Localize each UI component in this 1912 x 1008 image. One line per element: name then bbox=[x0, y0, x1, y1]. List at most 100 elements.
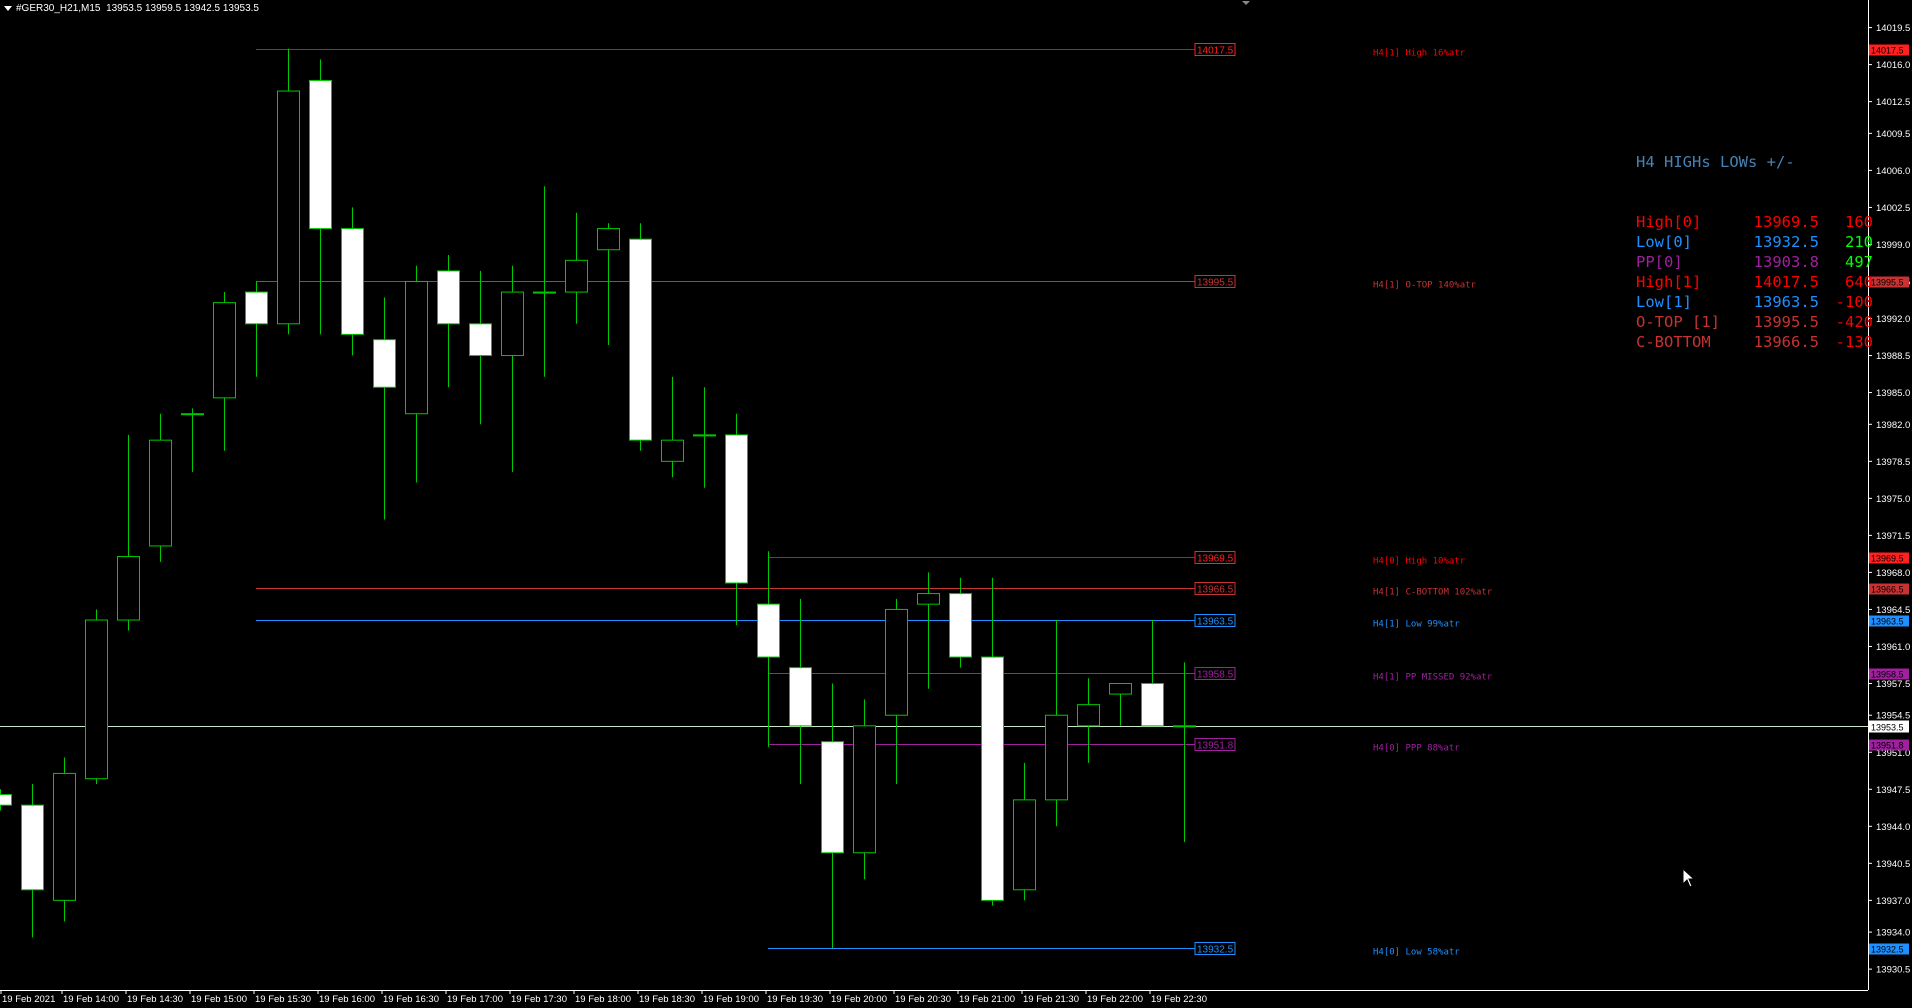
level-price-label: 13966.5 bbox=[1197, 585, 1234, 596]
candle-body bbox=[981, 656, 1004, 901]
price-tick-label: 13964.5 bbox=[1876, 605, 1910, 616]
panel-row-name: High[0] bbox=[1636, 213, 1702, 231]
price-tick-label: 13934.0 bbox=[1876, 928, 1910, 939]
price-tick-label: 14002.5 bbox=[1876, 203, 1910, 214]
axis-price-tag-label: 13951.8 bbox=[1871, 741, 1904, 751]
candle-body bbox=[309, 79, 332, 230]
candle-body bbox=[53, 772, 76, 901]
candle-body bbox=[85, 619, 108, 780]
panel-row-price: 13932.5 bbox=[1753, 233, 1819, 251]
candle-body bbox=[853, 725, 876, 854]
candle-body bbox=[757, 603, 780, 658]
candle-body bbox=[693, 434, 716, 437]
panel-row-name: High[1] bbox=[1636, 273, 1702, 291]
axis-price-tag-label: 14017.5 bbox=[1871, 46, 1904, 56]
price-tick-label: 13985.0 bbox=[1876, 388, 1910, 399]
time-tick-label: 19 Feb 17:30 bbox=[511, 994, 567, 1005]
time-tick-label: 19 Feb 16:30 bbox=[383, 994, 439, 1005]
candle-body bbox=[469, 323, 492, 357]
candle-body bbox=[373, 339, 396, 388]
panel-row-price: 13969.5 bbox=[1753, 213, 1819, 231]
price-tick-label: 13937.0 bbox=[1876, 896, 1910, 907]
level-price-label: 13951.8 bbox=[1197, 741, 1234, 752]
level-note: H4[0] Low 58%atr bbox=[1373, 948, 1460, 958]
level-price-label: 13963.5 bbox=[1197, 617, 1234, 628]
candle-body bbox=[885, 608, 908, 716]
level-price-label: 13958.5 bbox=[1197, 670, 1234, 681]
price-tick-label: 13944.0 bbox=[1876, 822, 1910, 833]
candle-body bbox=[1045, 714, 1068, 801]
level-note: H4[0] High 10%atr bbox=[1373, 557, 1466, 567]
panel-row-delta: 160 bbox=[1845, 213, 1873, 231]
panel-row-price: 13995.5 bbox=[1753, 313, 1819, 331]
price-tick-label: 13940.5 bbox=[1876, 859, 1910, 870]
price-tick-label: 14016.0 bbox=[1876, 60, 1910, 71]
panel-row-price: 13903.8 bbox=[1753, 253, 1819, 271]
candle-body bbox=[213, 302, 236, 399]
mouse-pointer-icon bbox=[1682, 868, 1696, 888]
level-note: H4[0] PPP 88%atr bbox=[1373, 744, 1460, 754]
panel-row-delta: 640 bbox=[1845, 273, 1873, 291]
candle-body bbox=[661, 439, 684, 462]
candle-body bbox=[181, 413, 204, 416]
price-tick-label: 13982.0 bbox=[1876, 420, 1910, 431]
panel-row-name: Low[0] bbox=[1636, 233, 1692, 251]
chart-header: #GER30_H21,M15 13953.5 13959.5 13942.5 1… bbox=[4, 3, 259, 14]
candle-body bbox=[725, 434, 748, 584]
candle-body bbox=[1109, 682, 1132, 695]
price-tick-label: 13975.0 bbox=[1876, 494, 1910, 505]
time-tick-label: 19 Feb 22:00 bbox=[1087, 994, 1143, 1005]
level-note: H4[1] Low 99%atr bbox=[1373, 620, 1460, 630]
collapse-triangle-icon[interactable] bbox=[4, 5, 12, 11]
panel-row-delta: -420 bbox=[1835, 313, 1873, 331]
time-tick-label: 19 Feb 21:30 bbox=[1023, 994, 1079, 1005]
axis-price-tag-label: 13932.5 bbox=[1871, 945, 1904, 955]
candle-body bbox=[405, 280, 428, 415]
current-price-label: 13953.5 bbox=[1871, 723, 1904, 733]
level-price-label: 13995.5 bbox=[1197, 278, 1234, 289]
panel-row-delta: 210 bbox=[1845, 233, 1873, 251]
candle-body bbox=[501, 291, 524, 357]
price-tick-label: 13971.5 bbox=[1876, 531, 1910, 542]
panel-row: High[1] 14017.5 640 bbox=[1636, 272, 1873, 292]
price-tick-label: 13957.5 bbox=[1876, 679, 1910, 690]
candle-body bbox=[1013, 799, 1036, 891]
axis-price-tag-label: 13995.5 bbox=[1871, 278, 1904, 288]
time-tick-label: 19 Feb 14:00 bbox=[63, 994, 119, 1005]
panel-title: H4 HIGHs LOWs +/- bbox=[1636, 153, 1795, 171]
candle-body bbox=[533, 291, 556, 294]
axis-price-tag-label: 13969.5 bbox=[1871, 554, 1904, 564]
panel-row-price: 13963.5 bbox=[1753, 293, 1819, 311]
axis-price-tag-label: 13963.5 bbox=[1871, 617, 1904, 627]
time-tick-label: 19 Feb 22:30 bbox=[1151, 994, 1207, 1005]
time-tick-label: 19 Feb 18:00 bbox=[575, 994, 631, 1005]
level-price-label: 14017.5 bbox=[1197, 46, 1234, 57]
candle-body bbox=[277, 90, 300, 325]
panel-row-price: 14017.5 bbox=[1753, 273, 1819, 291]
panel-row-price: 13966.5 bbox=[1753, 333, 1819, 351]
candle-body bbox=[117, 556, 140, 621]
time-tick-label: 19 Feb 21:00 bbox=[959, 994, 1015, 1005]
price-tick-label: 13947.5 bbox=[1876, 785, 1910, 796]
price-tick-label: 13988.5 bbox=[1876, 351, 1910, 362]
price-tick-label: 13930.5 bbox=[1876, 965, 1910, 976]
panel-row-delta: 497 bbox=[1845, 253, 1873, 271]
panel-row: PP[0] 13903.8 497 bbox=[1636, 252, 1873, 272]
panel-row: Low[0] 13932.5 210 bbox=[1636, 232, 1873, 252]
candle-body bbox=[789, 667, 812, 727]
ohlc-readout: 13953.5 13959.5 13942.5 13953.5 bbox=[106, 3, 259, 14]
time-tick-label: 19 Feb 19:00 bbox=[703, 994, 759, 1005]
time-tick-label: 19 Feb 20:00 bbox=[831, 994, 887, 1005]
price-chart[interactable]: 14019.5 14016.0 14012.5 14009.5 14006.0 14002… bbox=[0, 0, 1912, 1008]
time-tick-label: 19 Feb 14:30 bbox=[127, 994, 183, 1005]
candle-body bbox=[949, 593, 972, 658]
price-tick-label: 13954.5 bbox=[1876, 711, 1910, 722]
price-tick-label: 13961.0 bbox=[1876, 642, 1910, 653]
candle-body bbox=[1077, 704, 1100, 727]
level-note: H4[1] C-BOTTOM 102%atr bbox=[1373, 588, 1493, 598]
candle-body bbox=[1173, 725, 1196, 728]
panel-row-name: Low[1] bbox=[1636, 293, 1692, 311]
price-tick-label: 13999.0 bbox=[1876, 240, 1910, 251]
price-tick-label: 14019.5 bbox=[1876, 23, 1910, 34]
time-tick-label: 19 Feb 15:30 bbox=[255, 994, 311, 1005]
